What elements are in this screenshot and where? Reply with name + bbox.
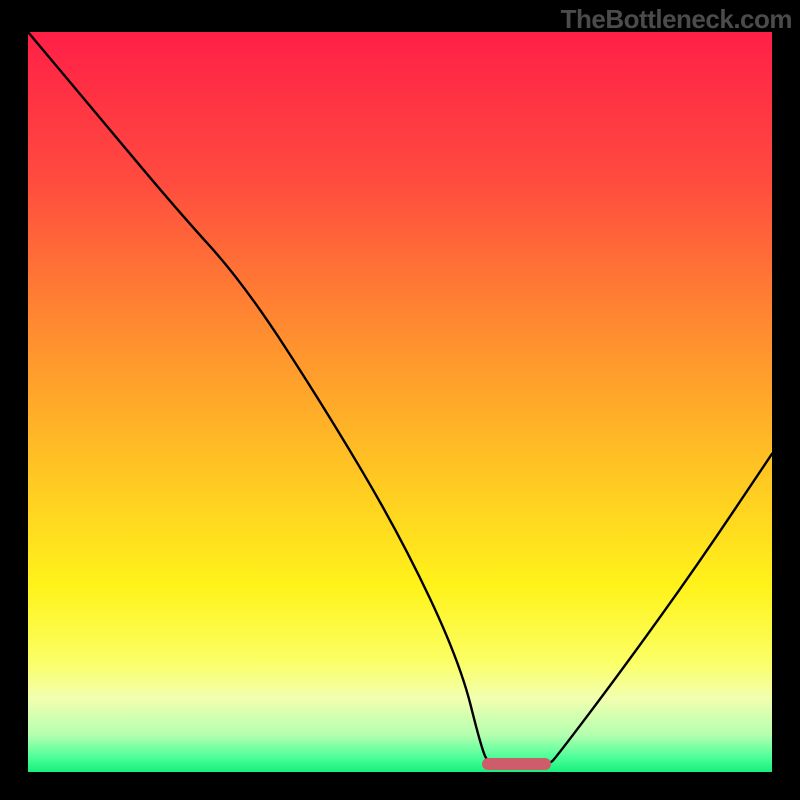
optimum-marker bbox=[482, 758, 551, 770]
gradient-rect bbox=[28, 32, 772, 772]
watermark-text: TheBottleneck.com bbox=[561, 4, 792, 35]
chart-frame: TheBottleneck.com bbox=[0, 0, 800, 800]
chart-svg bbox=[28, 32, 772, 772]
plot-area bbox=[28, 32, 772, 772]
